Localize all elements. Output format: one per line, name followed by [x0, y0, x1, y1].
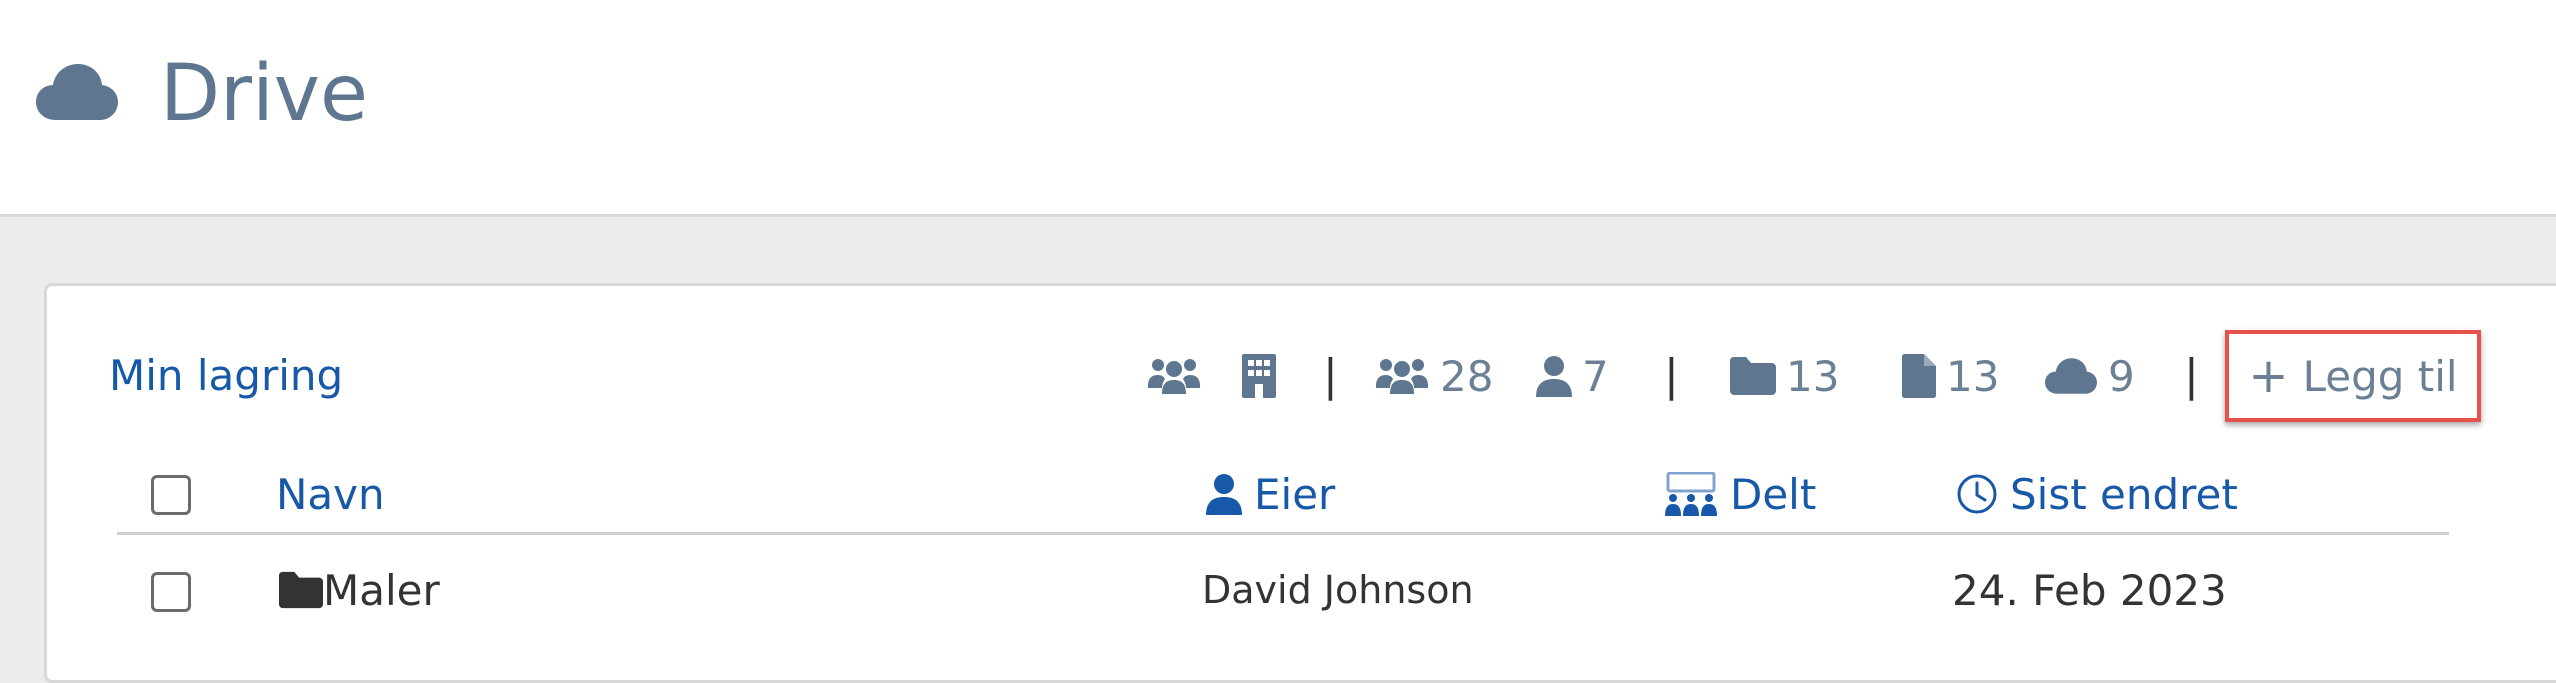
modified-cell: 24. Feb 2023 — [1952, 565, 2227, 615]
add-button[interactable]: + Legg til — [2225, 330, 2481, 422]
column-header-owner-label: Eier — [1254, 469, 1336, 519]
column-header-name[interactable]: Navn — [276, 466, 385, 522]
column-header-shared-label: Delt — [1730, 469, 1817, 519]
file-icon — [1902, 354, 1936, 398]
users-count[interactable]: 7 — [1536, 348, 1609, 404]
column-header-shared[interactable]: Delt — [1664, 466, 1816, 522]
row-checkbox[interactable] — [151, 572, 191, 612]
groups-filter[interactable] — [1146, 348, 1202, 404]
user-icon — [1206, 474, 1242, 515]
folders-count[interactable]: 13 — [1730, 348, 1839, 404]
clock-icon — [1957, 474, 1997, 514]
separator: | — [1664, 350, 1679, 401]
select-all-checkbox[interactable] — [151, 475, 191, 515]
cloud-count[interactable]: 9 — [2044, 348, 2135, 404]
users-icon — [1148, 359, 1200, 394]
shared-users-number: 28 — [1440, 351, 1494, 401]
column-header-name-label: Navn — [276, 469, 385, 519]
organization-filter[interactable] — [1242, 348, 1276, 404]
files-number: 13 — [1946, 351, 2000, 401]
header-divider — [117, 532, 2449, 535]
presentation-users-icon — [1665, 472, 1717, 516]
files-count[interactable]: 13 — [1902, 348, 1999, 404]
folder-icon — [1730, 357, 1776, 395]
cloud-number: 9 — [2108, 351, 2135, 401]
file-name: Maler — [323, 565, 440, 615]
folder-icon — [279, 571, 323, 609]
shared-users-count[interactable]: 28 — [1374, 348, 1493, 404]
separator: | — [2184, 350, 2199, 401]
owner-cell: David Johnson — [1202, 568, 1474, 612]
plus-icon: + — [2248, 348, 2289, 404]
storage-title[interactable]: Min lagring — [109, 348, 343, 404]
file-name-cell[interactable]: Maler — [279, 560, 440, 620]
building-icon — [1242, 354, 1276, 398]
column-header-modified-label: Sist endret — [2010, 469, 2238, 519]
user-icon — [1536, 356, 1572, 397]
app-header: Drive — [0, 0, 2556, 217]
page-title: Drive — [160, 49, 368, 139]
folders-number: 13 — [1786, 351, 1840, 401]
cloud-icon — [36, 64, 118, 120]
cloud-icon — [2045, 358, 2097, 394]
users-icon — [1376, 359, 1428, 394]
separator: | — [1323, 350, 1338, 401]
users-number: 7 — [1582, 351, 1609, 401]
add-button-label: Legg til — [2302, 351, 2458, 401]
column-header-modified[interactable]: Sist endret — [1956, 466, 2238, 522]
column-header-owner[interactable]: Eier — [1206, 466, 1335, 522]
